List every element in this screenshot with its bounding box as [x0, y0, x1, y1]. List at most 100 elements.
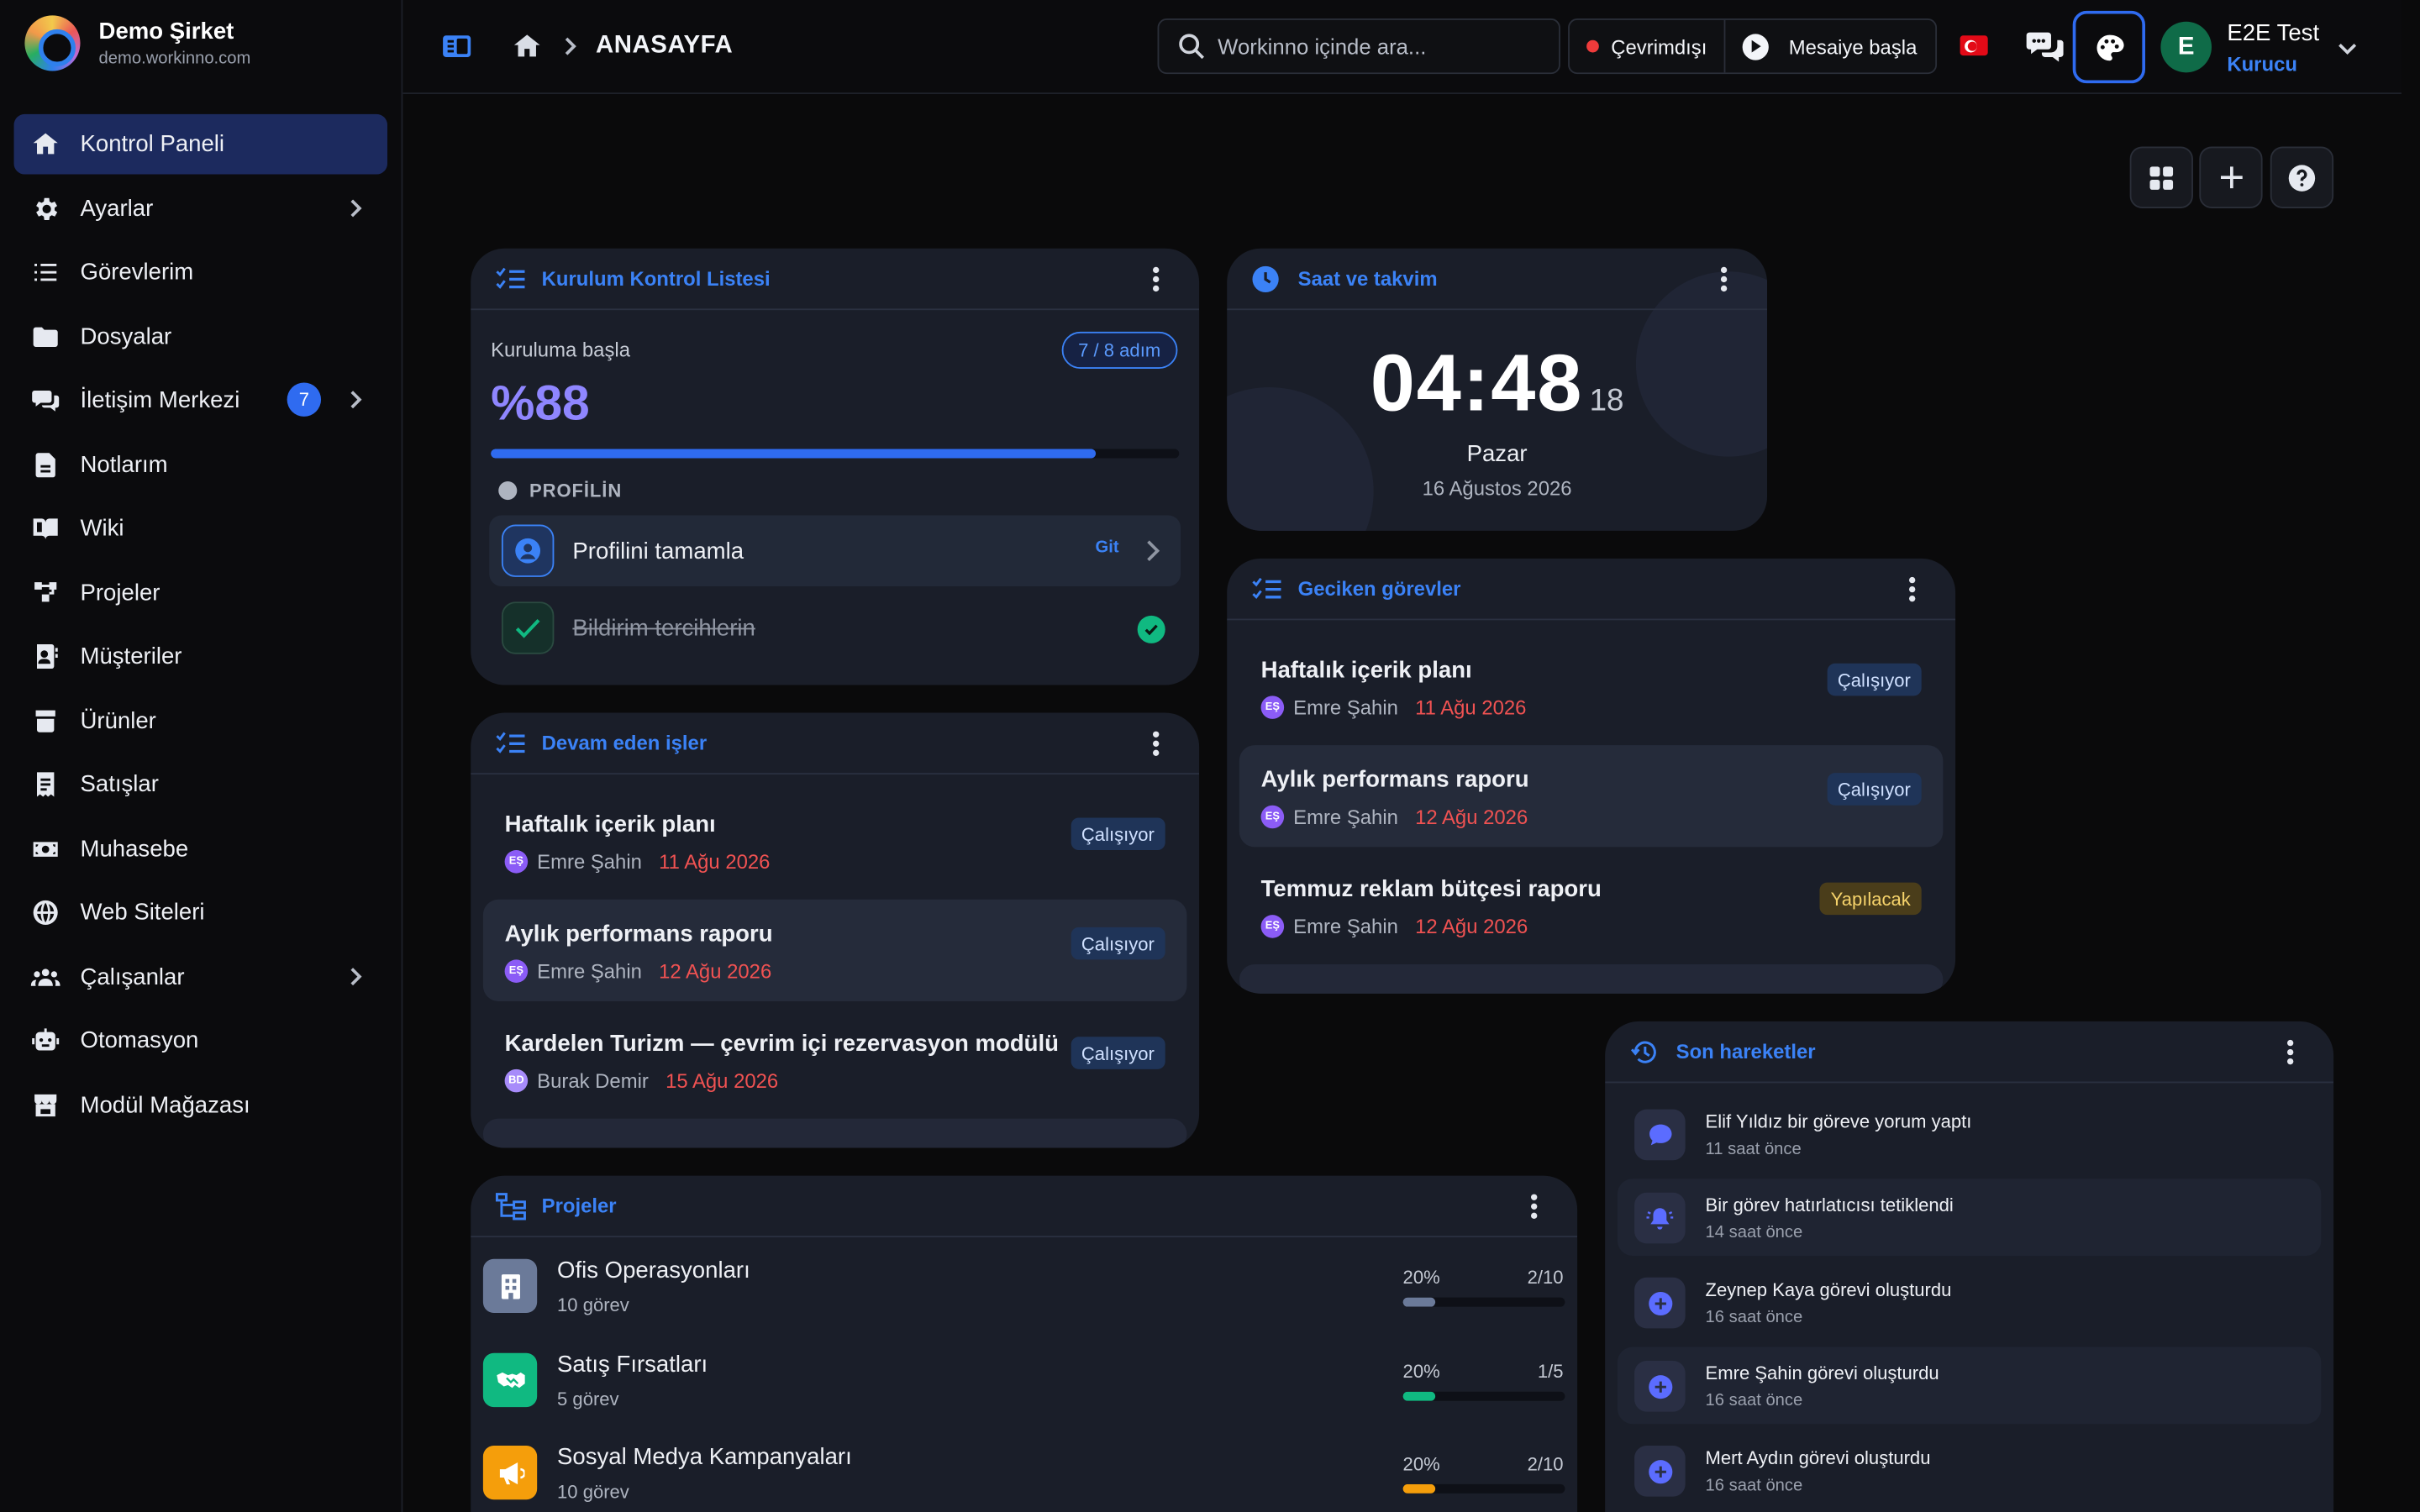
presence-status-button[interactable]: Çevrimdışı [1570, 19, 1726, 73]
checklist-item-notifications[interactable]: Bildirim tercihlerin [489, 592, 1181, 663]
project-row[interactable]: Satış Fırsatları 5 görev 20% 1/5 [471, 1333, 1577, 1425]
sidebar-item-accounting[interactable]: Muhasebe [14, 818, 387, 879]
building-icon [482, 1258, 538, 1314]
sidebar-item-label: Satışlar [80, 771, 159, 798]
task-item[interactable]: Aylık performans raporu EŞ Emre Şahin 12 A… [482, 899, 1187, 1002]
contact-icon [29, 641, 60, 672]
sidebar-item-products[interactable]: Ürünler [14, 690, 387, 751]
sidebar-nav: Kontrol Paneli Ayarlar Görevlerim Dosyal… [13, 113, 388, 1139]
sidebar-item-customers[interactable]: Müşteriler [14, 627, 387, 687]
assignee-avatar: EŞ [504, 850, 529, 874]
sidebar-item-dashboard[interactable]: Kontrol Paneli [13, 113, 388, 175]
sidebar-item-label: Müşteriler [80, 643, 182, 670]
activity-item[interactable]: Bir görev hatırlatıcısı tetiklendi 14 sa… [1617, 1179, 2322, 1257]
task-item[interactable]: Aylık performans raporu EŞ Emre Şahin 12 A… [1239, 745, 1944, 848]
checklist-item-profile[interactable]: Profilini tamamla Git [489, 515, 1181, 586]
activity-item[interactable]: Zeynep Kaya görevi oluşturdu 16 saat önc… [1618, 1263, 2322, 1341]
layout-grid-button[interactable] [2129, 146, 2193, 208]
brand[interactable]: Demo Şirket demo.workinno.com [24, 15, 250, 71]
home-icon[interactable] [511, 31, 544, 62]
more-menu-icon[interactable] [1720, 266, 1728, 292]
card-header: Son hareketler [1605, 1021, 2334, 1084]
theme-button[interactable] [2072, 10, 2146, 84]
user-name[interactable]: E2E Test [2227, 20, 2319, 46]
language-flag-icon[interactable] [1960, 35, 1988, 56]
activity-item[interactable]: Mert Aydın görevi oluşturdu 16 saat önce [1618, 1431, 2322, 1509]
activity-text: Bir görev hatırlatıcısı tetiklendi [1705, 1194, 1954, 1216]
task-title: Haftalık içerik planı [1260, 657, 1472, 684]
messages-icon[interactable] [2026, 29, 2064, 63]
task-title: Haftalık içerik planı [504, 811, 716, 838]
sidebar-toggle-icon[interactable] [441, 33, 472, 60]
overdue-tasks-card: Geciken görevler Haftalık içerik planı E… [1227, 558, 1956, 994]
activity-text: Mert Aydın görevi oluşturdu [1705, 1446, 1931, 1469]
search-icon [1179, 34, 1205, 60]
task-item[interactable]: Temmuz reklam bütçesi raporu EŞ Emre Şahi… [1239, 855, 1944, 957]
sidebar-item-notes[interactable]: Notlarım [14, 434, 387, 495]
chevron-down-icon[interactable] [2337, 37, 2359, 59]
sidebar-item-label: Projeler [80, 579, 160, 606]
megaphone-icon [482, 1445, 538, 1500]
more-menu-icon[interactable] [1153, 731, 1160, 756]
due-date: 15 Ağu 2026 [666, 1068, 779, 1093]
task-item[interactable]: Kardelen Turizm — çevrim içi rezervasyon… [483, 1009, 1187, 1110]
activity-item[interactable]: Elif Yıldız bir göreve yorum yaptı 11 sa… [1618, 1095, 2322, 1173]
due-date: 12 Ağu 2026 [659, 959, 772, 983]
project-progress-fill [1402, 1483, 1436, 1494]
sidebar-item-websites[interactable]: Web Siteleri [14, 883, 387, 943]
sidebar-item-automation[interactable]: Otomasyon [14, 1011, 387, 1071]
task-title: Kardelen Turizm — çevrim içi rezervasyon… [504, 1030, 1060, 1058]
chevron-right-icon [565, 37, 576, 55]
card-title: Saat ve takvim [1297, 266, 1438, 291]
help-button[interactable] [2270, 146, 2334, 208]
task-item[interactable]: Haftalık içerik planı EŞ Emre Şahin 11 Ağu… [483, 790, 1187, 891]
assignee-name: Emre Şahin [537, 959, 642, 983]
more-menu-icon[interactable] [1531, 1194, 1538, 1219]
go-link[interactable]: Git [1096, 538, 1119, 557]
recent-activity-card: Son hareketler Elif Yıldız bir göreve yo… [1605, 1021, 2334, 1512]
sidebar-item-label: Muhasebe [80, 835, 189, 862]
sidebar-item-communication[interactable]: İletişim Merkezi 7 [14, 370, 387, 431]
sidebar-item-files[interactable]: Dosyalar [14, 307, 387, 367]
sidebar-item-label: Dosyalar [80, 323, 172, 350]
start-shift-button[interactable]: Mesaiye başla [1725, 20, 1933, 72]
checklist-icon [496, 265, 527, 292]
offline-dot-icon [1586, 39, 1599, 53]
project-progress-fill [1402, 1391, 1436, 1401]
task-title: Aylık performans raporu [1260, 766, 1529, 794]
sidebar-item-settings[interactable]: Ayarlar [14, 178, 387, 239]
users-icon [29, 961, 60, 992]
projects-card: Projeler Ofis Operasyonları 10 görev 20%… [471, 1175, 1578, 1512]
clock-hours-minutes: 04:48 [1370, 339, 1584, 429]
project-row[interactable]: Ofis Operasyonları 10 görev 20% 2/10 [471, 1239, 1577, 1331]
folder-icon [29, 321, 60, 352]
section-label: PROFİLİN [498, 480, 622, 501]
more-menu-icon[interactable] [1908, 576, 1916, 602]
more-menu-icon[interactable] [2286, 1039, 2294, 1065]
project-percent: 20% [1402, 1360, 1440, 1383]
avatar[interactable]: E [2160, 21, 2212, 73]
sidebar-item-module-store[interactable]: Modül Mağazası [14, 1074, 387, 1135]
ongoing-work-card: Devam eden işler Haftalık içerik planı E… [471, 712, 1200, 1148]
sidebar-item-sales[interactable]: Satışlar [14, 754, 387, 815]
handshake-icon [482, 1352, 538, 1408]
bell-icon [1634, 1192, 1686, 1244]
due-date: 12 Ağu 2026 [1415, 805, 1528, 829]
checklist-icon [496, 729, 527, 757]
sidebar-item-my-tasks[interactable]: Görevlerim [14, 242, 387, 302]
project-row[interactable]: Sosyal Medya Kampanyaları 10 görev 20% 2… [471, 1425, 1577, 1512]
task-item[interactable]: Haftalık içerik planı EŞ Emre Şahin 11 Ağu… [1239, 636, 1944, 738]
search-box[interactable] [1157, 18, 1560, 75]
project-task-count: 10 görev [557, 1294, 629, 1316]
more-menu-icon[interactable] [1153, 266, 1160, 292]
card-title: Kurulum Kontrol Listesi [541, 266, 771, 291]
add-widget-button[interactable] [2199, 146, 2263, 208]
sidebar-item-employees[interactable]: Çalışanlar [14, 947, 387, 1007]
search-input[interactable] [1218, 34, 1558, 59]
activity-item[interactable]: Emre Şahin görevi oluşturdu 16 saat önce [1617, 1347, 2322, 1425]
sidebar-item-wiki[interactable]: Wiki [14, 498, 387, 559]
gear-icon [29, 193, 60, 224]
card-header: Geciken görevler [1227, 559, 1956, 621]
sidebar-item-projects[interactable]: Projeler [14, 562, 387, 622]
task-meta: EŞ Emre Şahin 12 Ağu 2026 [1260, 805, 1528, 829]
